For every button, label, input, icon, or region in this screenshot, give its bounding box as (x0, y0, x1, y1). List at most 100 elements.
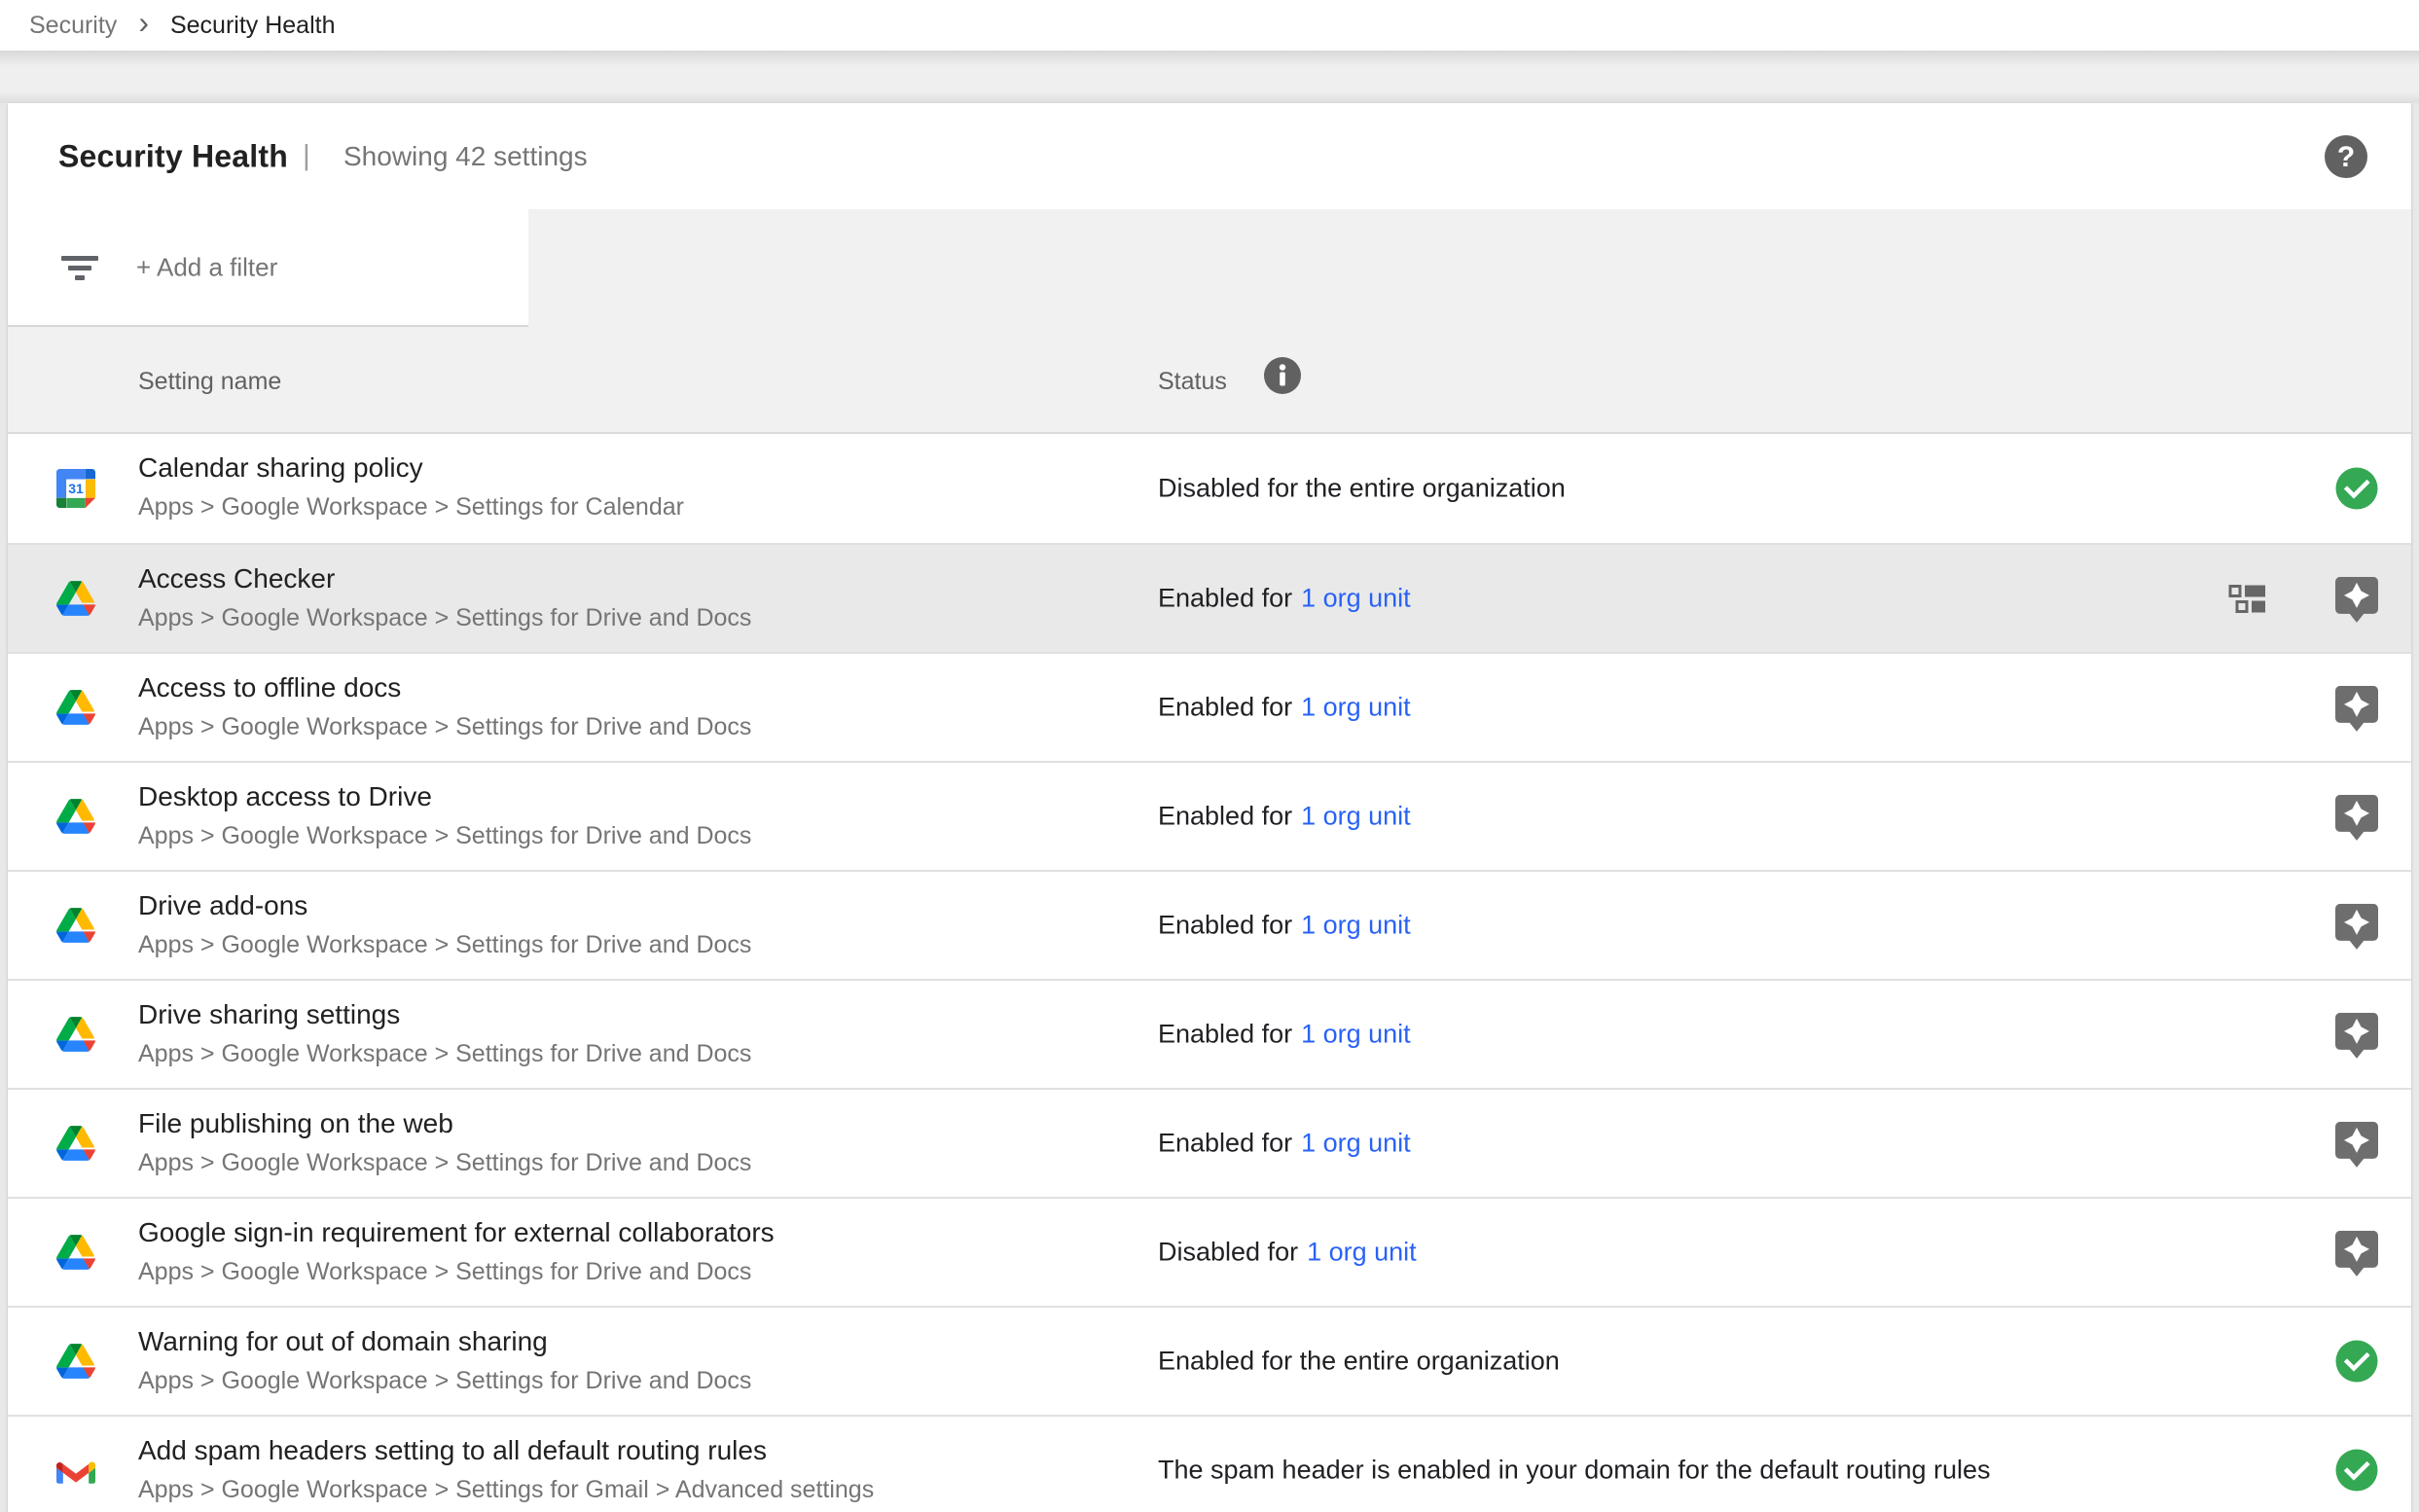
setting-row[interactable]: 31 Warning for out of domain sharing App… (8, 1306, 2411, 1415)
setting-row[interactable]: 31 Google sign-in requirement for extern… (8, 1197, 2411, 1306)
setting-path: Apps > Google Workspace > Settings for D… (138, 1252, 775, 1291)
org-unit-link[interactable]: 1 org unit (1301, 584, 1411, 613)
status-text: Enabled for (1158, 911, 1292, 940)
column-header-setting-name: Setting name (138, 368, 281, 396)
setting-title: Warning for out of domain sharing (138, 1322, 751, 1361)
setting-path: Apps > Google Workspace > Settings for G… (138, 1470, 874, 1509)
status-text: Enabled for (1158, 693, 1292, 722)
setting-row[interactable]: 31 Desktop access to Drive Apps > Google… (8, 761, 2411, 870)
filter-list-icon (61, 256, 98, 287)
setting-title: Desktop access to Drive (138, 777, 751, 816)
setting-status: Disabled for the entire organization (1158, 474, 1566, 504)
status-text: Enabled for the entire organization (1158, 1347, 1560, 1376)
recommendation-badge-icon[interactable] (2335, 904, 2378, 951)
recommendation-badge-icon[interactable] (2335, 577, 2378, 624)
google-drive-icon (56, 1126, 95, 1161)
setting-status: Enabled for 1 org unit (1158, 1020, 1411, 1050)
setting-title: Add spam headers setting to all default … (138, 1431, 874, 1470)
setting-title: Access to offline docs (138, 668, 751, 707)
add-filter-button[interactable]: + Add a filter (136, 252, 277, 282)
filter-bar[interactable]: + Add a filter (8, 209, 528, 327)
google-drive-icon (56, 908, 95, 943)
setting-status: Enabled for 1 org unit (1158, 693, 1411, 723)
org-units-icon[interactable] (2228, 583, 2267, 614)
google-drive-icon (56, 581, 95, 616)
org-unit-link[interactable]: 1 org unit (1301, 911, 1411, 940)
recommendation-badge-icon[interactable] (2335, 1013, 2378, 1060)
setting-status: Enabled for the entire organization (1158, 1347, 1560, 1377)
setting-title: Access Checker (138, 559, 751, 598)
org-unit-link[interactable]: 1 org unit (1301, 1020, 1411, 1049)
security-health-page: Security › Security Health Security Heal… (0, 0, 2419, 1512)
setting-path: Apps > Google Workspace > Settings for D… (138, 1034, 751, 1073)
setting-row[interactable]: 31 Access Checker Apps > Google Workspac… (8, 543, 2411, 652)
setting-status: Disabled for 1 org unit (1158, 1238, 1417, 1268)
google-drive-icon (56, 799, 95, 834)
column-header-status: Status (1158, 368, 1227, 396)
setting-title: Drive add-ons (138, 886, 751, 925)
help-icon[interactable]: ? (2324, 134, 2368, 179)
setting-path: Apps > Google Workspace > Settings for D… (138, 925, 751, 964)
page-title: Security Health (58, 138, 288, 174)
setting-status: Enabled for 1 org unit (1158, 1129, 1411, 1159)
setting-status: Enabled for 1 org unit (1158, 911, 1411, 941)
security-health-card: Security Health | Showing 42 settings ? (8, 103, 2411, 1512)
recommendation-badge-icon[interactable] (2335, 795, 2378, 842)
setting-row[interactable]: 31 Calendar sharing policy Apps > Google… (8, 434, 2411, 543)
breadcrumb-chevron-icon: › (138, 7, 149, 38)
setting-path: Apps > Google Workspace > Settings for D… (138, 1143, 751, 1182)
breadcrumb-security-link[interactable]: Security (29, 12, 117, 40)
org-unit-link[interactable]: 1 org unit (1307, 1238, 1417, 1267)
setting-path: Apps > Google Workspace > Settings for D… (138, 1361, 751, 1400)
status-info-icon[interactable] (1264, 357, 1301, 394)
google-drive-icon (56, 690, 95, 725)
setting-title: Google sign-in requirement for external … (138, 1213, 775, 1252)
svg-text:?: ? (2337, 141, 2355, 173)
svg-text:31: 31 (68, 481, 84, 496)
setting-title: Drive sharing settings (138, 995, 751, 1034)
recommendation-badge-icon[interactable] (2335, 686, 2378, 733)
status-text: Enabled for (1158, 584, 1292, 613)
google-drive-icon (56, 1235, 95, 1270)
org-unit-link[interactable]: 1 org unit (1301, 1129, 1411, 1158)
setting-path: Apps > Google Workspace > Settings for D… (138, 707, 751, 746)
status-text: Enabled for (1158, 1020, 1292, 1049)
status-text: Disabled for (1158, 1238, 1298, 1267)
setting-status: Enabled for 1 org unit (1158, 802, 1411, 832)
status-text: Enabled for (1158, 802, 1292, 831)
gmail-icon (56, 1457, 95, 1484)
status-ok-icon (2335, 467, 2378, 510)
status-text: The spam header is enabled in your domai… (1158, 1456, 1991, 1485)
recommendation-badge-icon[interactable] (2335, 1122, 2378, 1169)
setting-row[interactable]: 31 Drive add-ons Apps > Google Workspace… (8, 870, 2411, 979)
setting-status: The spam header is enabled in your domai… (1158, 1456, 1991, 1486)
org-unit-link[interactable]: 1 org unit (1301, 693, 1411, 722)
card-title-row: Security Health | Showing 42 settings ? (8, 103, 2411, 209)
setting-row[interactable]: 31 Access to offline docs Apps > Google … (8, 652, 2411, 761)
recommendation-badge-icon[interactable] (2335, 1231, 2378, 1278)
setting-row[interactable]: 31 Add spam headers setting to all defau… (8, 1415, 2411, 1512)
setting-path: Apps > Google Workspace > Settings for D… (138, 598, 751, 637)
page-gap-band (0, 51, 2419, 103)
settings-table: 31 Calendar sharing policy Apps > Google… (8, 434, 2411, 1512)
setting-path: Apps > Google Workspace > Settings for C… (138, 487, 684, 526)
google-calendar-icon: 31 (56, 469, 95, 508)
settings-count: Showing 42 settings (343, 141, 588, 172)
table-header-band: + Add a filter Setting name Status (8, 209, 2411, 434)
status-ok-icon (2335, 1449, 2378, 1492)
status-text: Disabled for the entire organization (1158, 474, 1566, 503)
google-drive-icon (56, 1017, 95, 1052)
google-drive-icon (56, 1344, 95, 1379)
breadcrumb-current: Security Health (170, 12, 336, 40)
setting-status: Enabled for 1 org unit (1158, 584, 1411, 614)
setting-row[interactable]: 31 File publishing on the web Apps > Goo… (8, 1088, 2411, 1197)
status-ok-icon (2335, 1340, 2378, 1383)
org-unit-link[interactable]: 1 org unit (1301, 802, 1411, 831)
status-text: Enabled for (1158, 1129, 1292, 1158)
breadcrumb: Security › Security Health (0, 0, 2419, 51)
setting-title: Calendar sharing policy (138, 449, 684, 487)
setting-path: Apps > Google Workspace > Settings for D… (138, 816, 751, 855)
title-separator: | (303, 139, 310, 172)
setting-row[interactable]: 31 Drive sharing settings Apps > Google … (8, 979, 2411, 1088)
setting-title: File publishing on the web (138, 1104, 751, 1143)
